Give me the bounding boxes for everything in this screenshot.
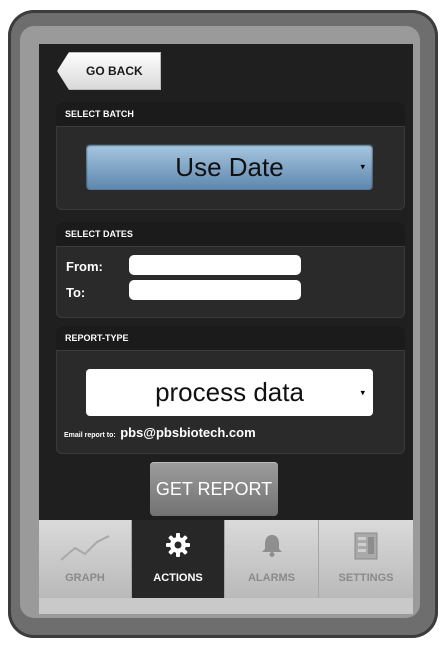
tab-label: SETTINGS [338,572,394,584]
dropdown-caret-icon: ▾ [360,161,365,172]
dropdown-caret-icon: ▾ [360,387,365,397]
to-date-field[interactable] [129,280,301,300]
email-address: pbs@pbsbiotech.com [120,425,256,440]
tab-label: ACTIONS [153,572,203,584]
report-type-value: process data [155,377,304,407]
panel-title: SELECT DATES [56,222,405,247]
bell-icon [259,532,285,561]
tab-label: GRAPH [65,572,105,584]
graph-icon [59,532,111,565]
go-back-button[interactable]: GO BACK [57,52,161,90]
select-dates-panel: SELECT DATES From: To: [56,222,405,318]
to-label: To: [66,285,86,300]
app-screen: GO BACK SELECT BATCH Use Date ▾ SELECT D… [39,44,413,614]
gear-icon [165,532,191,561]
tab-alarms[interactable]: ALARMS [225,520,319,598]
batch-select[interactable]: Use Date ▾ [86,144,373,190]
tab-settings[interactable]: SETTINGS [319,520,413,598]
report-type-panel: REPORT-TYPE process data ▾ Email report … [56,326,405,454]
tab-actions[interactable]: ACTIONS [132,520,225,598]
from-label: From: [66,259,103,274]
from-date-field[interactable] [129,255,301,275]
email-report-line: Email report to: pbs@pbsbiotech.com [64,424,256,442]
report-type-select[interactable]: process data ▾ [86,369,373,416]
select-batch-panel: SELECT BATCH Use Date ▾ [56,102,405,210]
tab-graph[interactable]: GRAPH [39,520,132,598]
panel-title: REPORT-TYPE [56,326,405,351]
batch-select-value: Use Date [175,151,284,182]
tab-label: ALARMS [247,572,296,584]
settings-panel-icon [354,532,378,563]
panel-title: SELECT BATCH [56,102,405,127]
email-prefix: Email report to: [64,432,116,439]
tab-bar: GRAPH ACTIONS ALARMS SETTINGS [39,520,413,598]
footer-strip [39,598,413,614]
get-report-button[interactable]: GET REPORT [150,462,278,516]
